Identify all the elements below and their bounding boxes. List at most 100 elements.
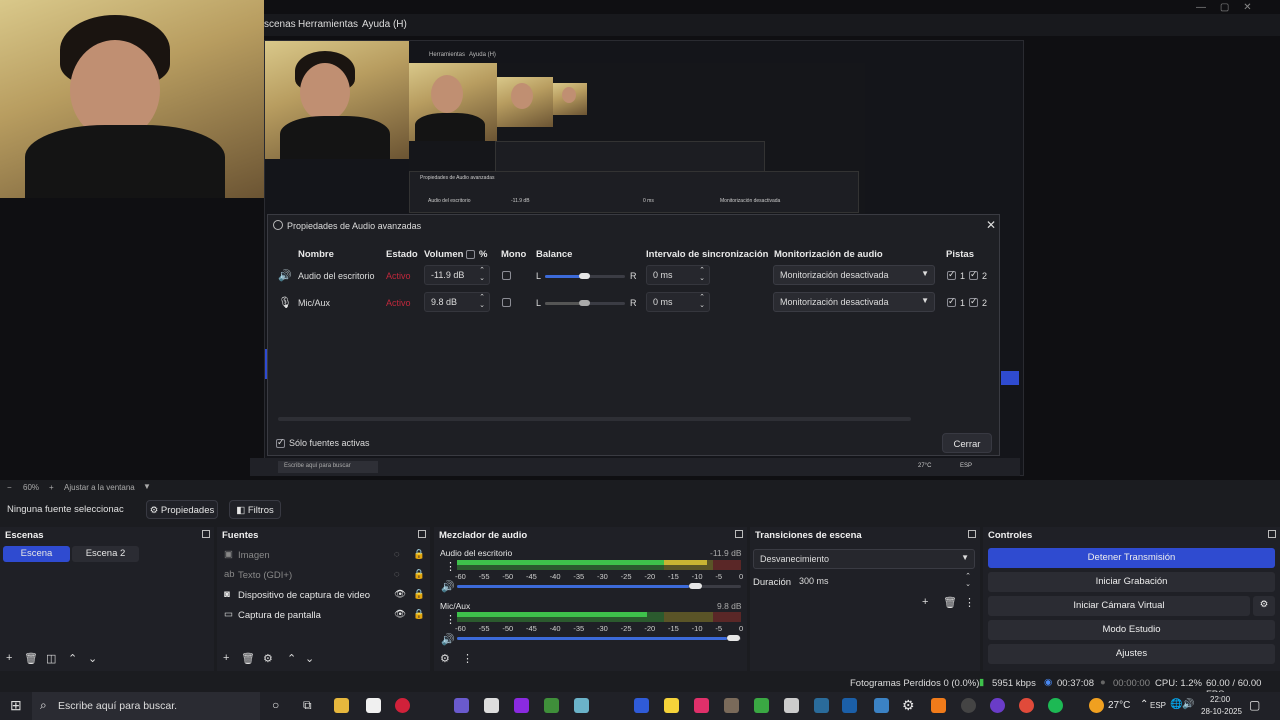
- trash-icon[interactable]: 🗑: [943, 596, 957, 609]
- properties-button[interactable]: ⚙ Propiedades: [146, 500, 218, 519]
- sync-spinbox[interactable]: 0 ms ⌃ ⌄: [646, 292, 710, 312]
- task-view-icon[interactable]: ⧉: [303, 698, 312, 713]
- scene-item[interactable]: Escena: [3, 546, 70, 562]
- notification-icon[interactable]: ▢: [1249, 698, 1260, 712]
- copilot-icon[interactable]: [454, 698, 469, 713]
- kebab-menu-icon[interactable]: ⋮: [462, 652, 473, 665]
- monitor-combo[interactable]: Monitorización desactivada ▼: [773, 292, 935, 312]
- track2-checkbox[interactable]: [969, 269, 978, 280]
- spotify-icon[interactable]: [1048, 698, 1063, 713]
- close-button[interactable]: Cerrar: [942, 433, 992, 453]
- source-row[interactable]: ◙ Dispositivo de captura de video 👁 🔒: [217, 587, 430, 607]
- advanced-audio-icon[interactable]: ⚙: [440, 652, 450, 665]
- stop-streaming-button[interactable]: Detener Transmisión: [988, 548, 1275, 568]
- volume-slider[interactable]: [457, 635, 741, 641]
- kebab-menu-icon[interactable]: ⋮: [445, 613, 456, 626]
- eye-hidden-icon[interactable]: ◌: [394, 549, 400, 560]
- source-row[interactable]: ab Texto (GDI+) ◌ 🔒: [217, 567, 430, 587]
- lock-icon[interactable]: 🔒: [413, 549, 425, 560]
- source-row[interactable]: ▭ Captura de pantalla 👁 🔒: [217, 607, 430, 627]
- add-icon[interactable]: +: [922, 596, 928, 608]
- filter-icon[interactable]: ◫: [46, 652, 56, 665]
- tiktok-icon[interactable]: [694, 698, 709, 713]
- chrome-icon[interactable]: [1019, 698, 1034, 713]
- mono-checkbox[interactable]: [502, 298, 511, 307]
- menu-escenas[interactable]: scenas: [264, 19, 296, 30]
- cortana-icon[interactable]: ○: [272, 698, 279, 712]
- kebab-menu-icon[interactable]: ⋮: [445, 560, 456, 573]
- pct-checkbox[interactable]: [466, 250, 475, 259]
- duration-spinbox[interactable]: 300 ms ⌃ ⌄: [793, 572, 975, 592]
- opera-icon[interactable]: [395, 698, 410, 713]
- gear-icon[interactable]: ⚙: [902, 697, 915, 714]
- dock-menu-icon[interactable]: [202, 530, 210, 538]
- eye-icon[interactable]: 👁: [394, 589, 406, 600]
- taskbar-search[interactable]: ⌕ Escribe aquí para buscar.: [32, 692, 260, 720]
- balance-slider[interactable]: [545, 300, 625, 306]
- dock-menu-icon[interactable]: [968, 530, 976, 538]
- app-icon[interactable]: [931, 698, 946, 713]
- app-icon[interactable]: [664, 698, 679, 713]
- trash-icon[interactable]: 🗑: [241, 652, 255, 665]
- speaker-icon[interactable]: 🔊: [441, 580, 455, 593]
- up-icon[interactable]: ⌃: [68, 652, 77, 665]
- app-icon[interactable]: [784, 698, 799, 713]
- down-icon[interactable]: ⌄: [305, 652, 314, 665]
- dock-menu-icon[interactable]: [418, 530, 426, 538]
- dock-menu-icon[interactable]: [735, 530, 743, 538]
- lock-icon[interactable]: 🔒: [413, 569, 425, 580]
- twitch-icon[interactable]: [514, 698, 529, 713]
- start-recording-button[interactable]: Iniciar Grabación: [988, 572, 1275, 592]
- down-icon[interactable]: ⌄: [88, 652, 97, 665]
- file-icon[interactable]: [484, 698, 499, 713]
- window-controls[interactable]: — ▢ ✕: [1196, 2, 1252, 13]
- windows-start-icon[interactable]: ⊞: [10, 697, 22, 714]
- filters-button[interactable]: ◧ Filtros: [229, 500, 281, 519]
- balance-slider[interactable]: [545, 273, 625, 279]
- add-icon[interactable]: +: [6, 652, 12, 664]
- sync-spinbox[interactable]: 0 ms ⌃ ⌄: [646, 265, 710, 285]
- steam-icon[interactable]: [842, 698, 857, 713]
- language[interactable]: ESP: [1150, 701, 1166, 710]
- virtual-camera-button[interactable]: Iniciar Cámara Virtual: [988, 596, 1250, 616]
- app-icon[interactable]: [874, 698, 889, 713]
- transition-combo[interactable]: Desvanecimiento ▼: [753, 549, 975, 569]
- app-icon[interactable]: [814, 698, 829, 713]
- eye-icon[interactable]: 👁: [394, 609, 406, 620]
- lock-icon[interactable]: 🔒: [413, 609, 425, 620]
- obs-icon[interactable]: [961, 698, 976, 713]
- network-icon[interactable]: 🌐: [1170, 699, 1182, 710]
- app-icon[interactable]: [574, 698, 589, 713]
- up-icon[interactable]: ⌃: [287, 652, 296, 665]
- source-row[interactable]: ▣ Imagen ◌ 🔒: [217, 547, 430, 567]
- chevron-down-icon[interactable]: ▼: [143, 482, 151, 491]
- studio-mode-button[interactable]: Modo Estudio: [988, 620, 1275, 640]
- volume-icon[interactable]: 🔊: [1182, 699, 1194, 710]
- scene-item[interactable]: Escena 2: [72, 546, 139, 562]
- horizontal-scrollbar[interactable]: [278, 417, 911, 421]
- add-icon[interactable]: +: [223, 652, 229, 664]
- track1-checkbox[interactable]: [947, 269, 956, 280]
- fit-window[interactable]: Ajustar a la ventana: [64, 483, 135, 492]
- kebab-menu-icon[interactable]: ⋮: [964, 596, 975, 609]
- close-icon[interactable]: ✕: [986, 218, 996, 232]
- track1-checkbox[interactable]: [947, 296, 956, 307]
- notepad-icon[interactable]: [366, 698, 381, 713]
- trash-icon[interactable]: 🗑: [24, 652, 38, 665]
- monitor-combo[interactable]: Monitorización desactivada ▼: [773, 265, 935, 285]
- folder-icon[interactable]: [334, 698, 349, 713]
- app-icon[interactable]: [990, 698, 1005, 713]
- volume-spinbox[interactable]: 9.8 dB ⌃ ⌄: [424, 292, 490, 312]
- gear-icon[interactable]: ⚙: [263, 652, 273, 665]
- only-active-checkbox[interactable]: [276, 437, 285, 448]
- volume-slider[interactable]: [457, 583, 741, 589]
- menu-ayuda[interactable]: Ayuda (H): [362, 19, 407, 30]
- menu-herramientas[interactable]: Herramientas: [298, 19, 358, 30]
- app-icon[interactable]: [724, 698, 739, 713]
- lock-icon[interactable]: 🔒: [413, 589, 425, 600]
- minecraft-icon[interactable]: [754, 698, 769, 713]
- track2-checkbox[interactable]: [969, 296, 978, 307]
- settings-button[interactable]: Ajustes: [988, 644, 1275, 664]
- mono-checkbox[interactable]: [502, 271, 511, 280]
- zoom-icon[interactable]: [634, 698, 649, 713]
